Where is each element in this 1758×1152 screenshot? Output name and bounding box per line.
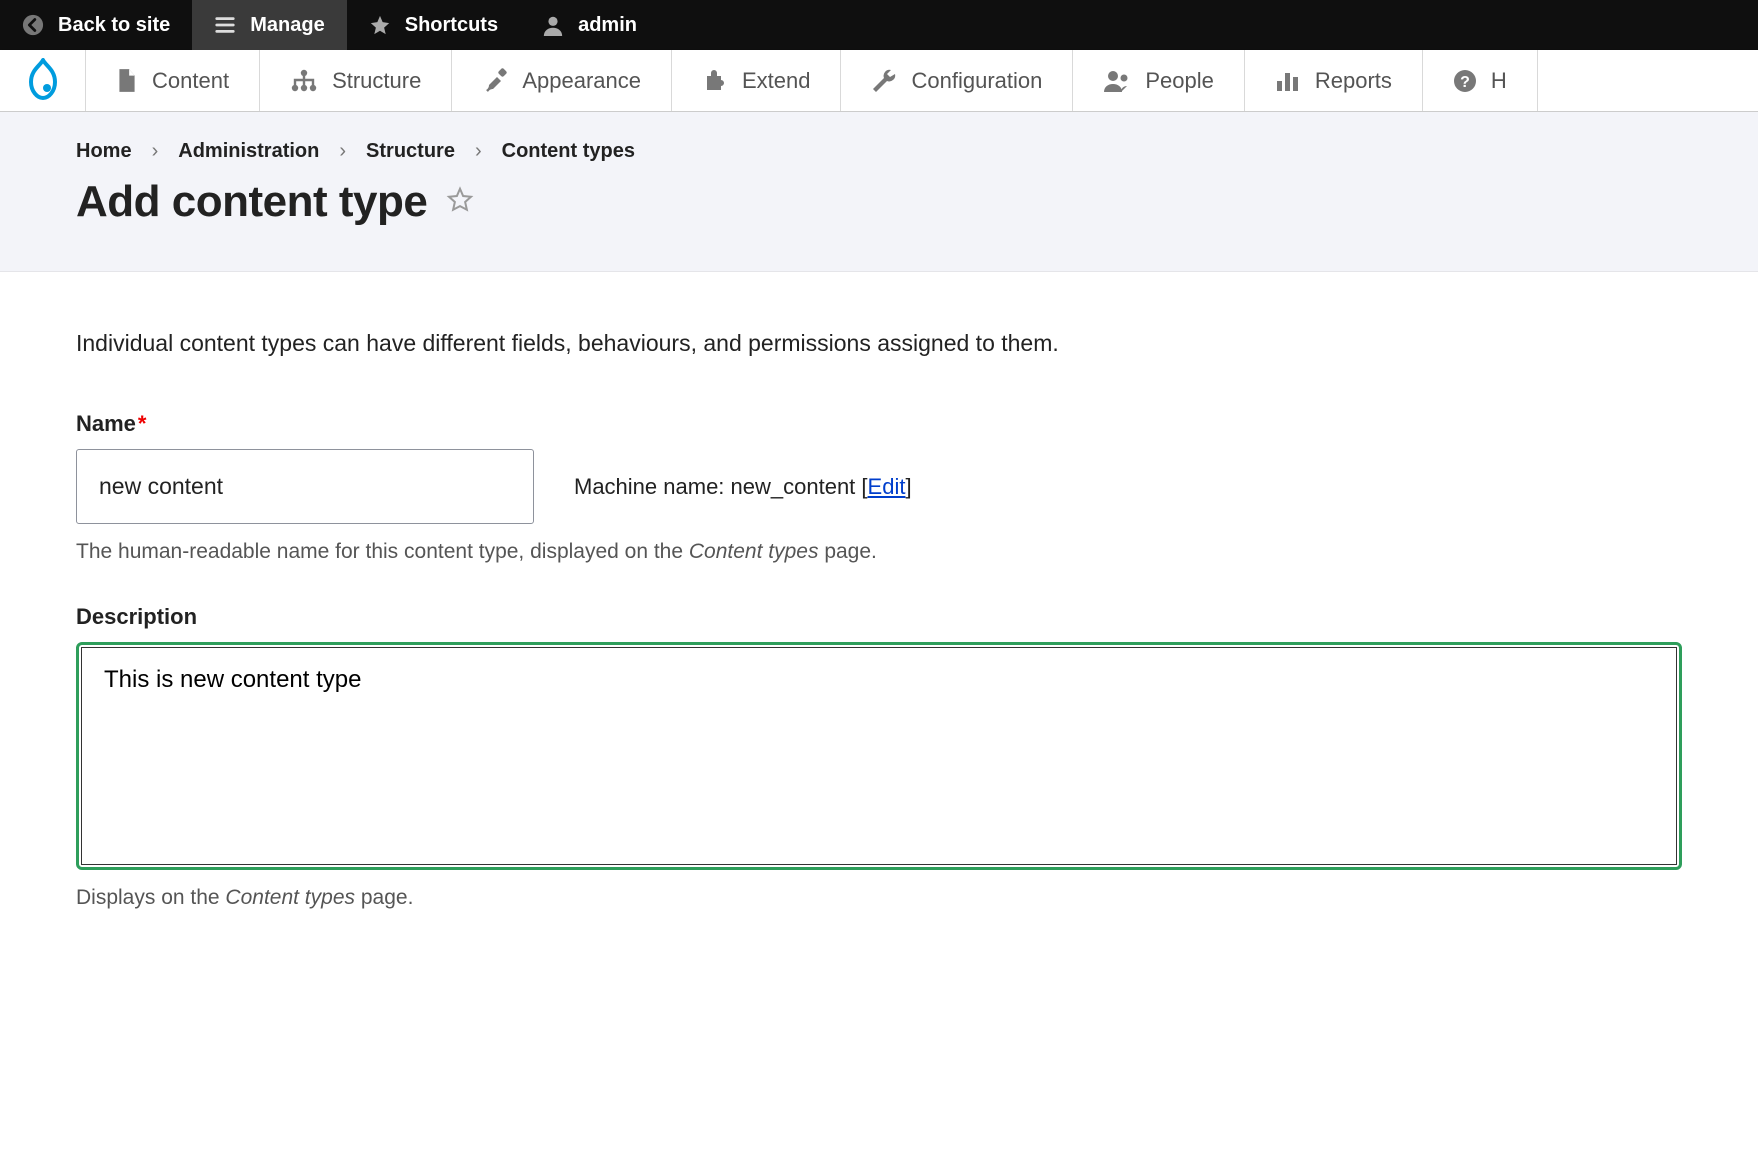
user-menu-button[interactable]: admin: [520, 0, 659, 50]
menu-label: H: [1491, 68, 1507, 94]
manage-button[interactable]: Manage: [192, 0, 346, 50]
manage-label: Manage: [250, 14, 324, 37]
people-icon: [1103, 69, 1131, 93]
description-focus-ring: [76, 642, 1682, 870]
breadcrumb: Home › Administration › Structure › Cont…: [76, 140, 1682, 163]
name-label: Name*: [76, 411, 1682, 437]
menu-label: Extend: [742, 68, 811, 94]
menu-appearance[interactable]: Appearance: [451, 50, 671, 111]
hierarchy-icon: [290, 69, 318, 93]
name-field-group: Name* Machine name: new_content [Edit] T…: [76, 411, 1682, 564]
breadcrumb-sep: ›: [475, 140, 482, 163]
wrench-icon: [871, 68, 897, 94]
menu-label: Content: [152, 68, 229, 94]
back-to-site-label: Back to site: [58, 14, 170, 37]
help-icon: ?: [1453, 69, 1477, 93]
breadcrumb-structure[interactable]: Structure: [366, 140, 455, 163]
name-helper-text: The human-readable name for this content…: [76, 540, 1682, 564]
machine-name-edit-link[interactable]: Edit: [868, 474, 906, 499]
menu-structure[interactable]: Structure: [259, 50, 451, 111]
hamburger-icon: [214, 14, 236, 36]
description-label: Description: [76, 604, 1682, 630]
breadcrumb-sep: ›: [152, 140, 159, 163]
menu-extend[interactable]: Extend: [671, 50, 841, 111]
page-title: Add content type: [76, 177, 427, 227]
menu-people[interactable]: People: [1072, 50, 1244, 111]
required-mark: *: [138, 411, 147, 436]
star-icon: [369, 14, 391, 36]
menu-reports[interactable]: Reports: [1244, 50, 1422, 111]
page-header: Home › Administration › Structure › Cont…: [0, 112, 1758, 272]
file-icon: [116, 68, 138, 94]
chevron-left-icon: [22, 14, 44, 36]
puzzle-icon: [702, 68, 728, 94]
back-to-site-button[interactable]: Back to site: [0, 0, 192, 50]
menu-label: Structure: [332, 68, 421, 94]
shortcuts-label: Shortcuts: [405, 14, 498, 37]
favorite-star-icon[interactable]: [445, 185, 475, 220]
drupal-logo[interactable]: [0, 50, 85, 111]
user-label: admin: [578, 14, 637, 37]
user-icon: [542, 14, 564, 36]
main-content: Individual content types can have differ…: [0, 272, 1758, 990]
machine-name-display: Machine name: new_content [Edit]: [574, 474, 912, 500]
shortcuts-button[interactable]: Shortcuts: [347, 0, 520, 50]
breadcrumb-sep: ›: [339, 140, 346, 163]
intro-text: Individual content types can have differ…: [76, 330, 1682, 357]
bar-chart-icon: [1275, 69, 1301, 93]
menu-label: Configuration: [911, 68, 1042, 94]
breadcrumb-content-types[interactable]: Content types: [502, 140, 635, 163]
menu-label: Reports: [1315, 68, 1392, 94]
menu-content[interactable]: Content: [85, 50, 259, 111]
paintbrush-icon: [482, 68, 508, 94]
admin-menu: Content Structure Appearance Extend Conf…: [0, 50, 1758, 112]
breadcrumb-administration[interactable]: Administration: [178, 140, 319, 163]
breadcrumb-home[interactable]: Home: [76, 140, 132, 163]
menu-configuration[interactable]: Configuration: [840, 50, 1072, 111]
description-helper-text: Displays on the Content types page.: [76, 886, 1682, 910]
top-toolbar: Back to site Manage Shortcuts admin: [0, 0, 1758, 50]
svg-text:?: ?: [1460, 74, 1470, 91]
menu-label: People: [1145, 68, 1214, 94]
menu-help[interactable]: ? H: [1422, 50, 1538, 111]
name-input[interactable]: [76, 449, 534, 524]
description-textarea[interactable]: [81, 647, 1677, 865]
menu-label: Appearance: [522, 68, 641, 94]
description-field-group: Description Displays on the Content type…: [76, 604, 1682, 910]
